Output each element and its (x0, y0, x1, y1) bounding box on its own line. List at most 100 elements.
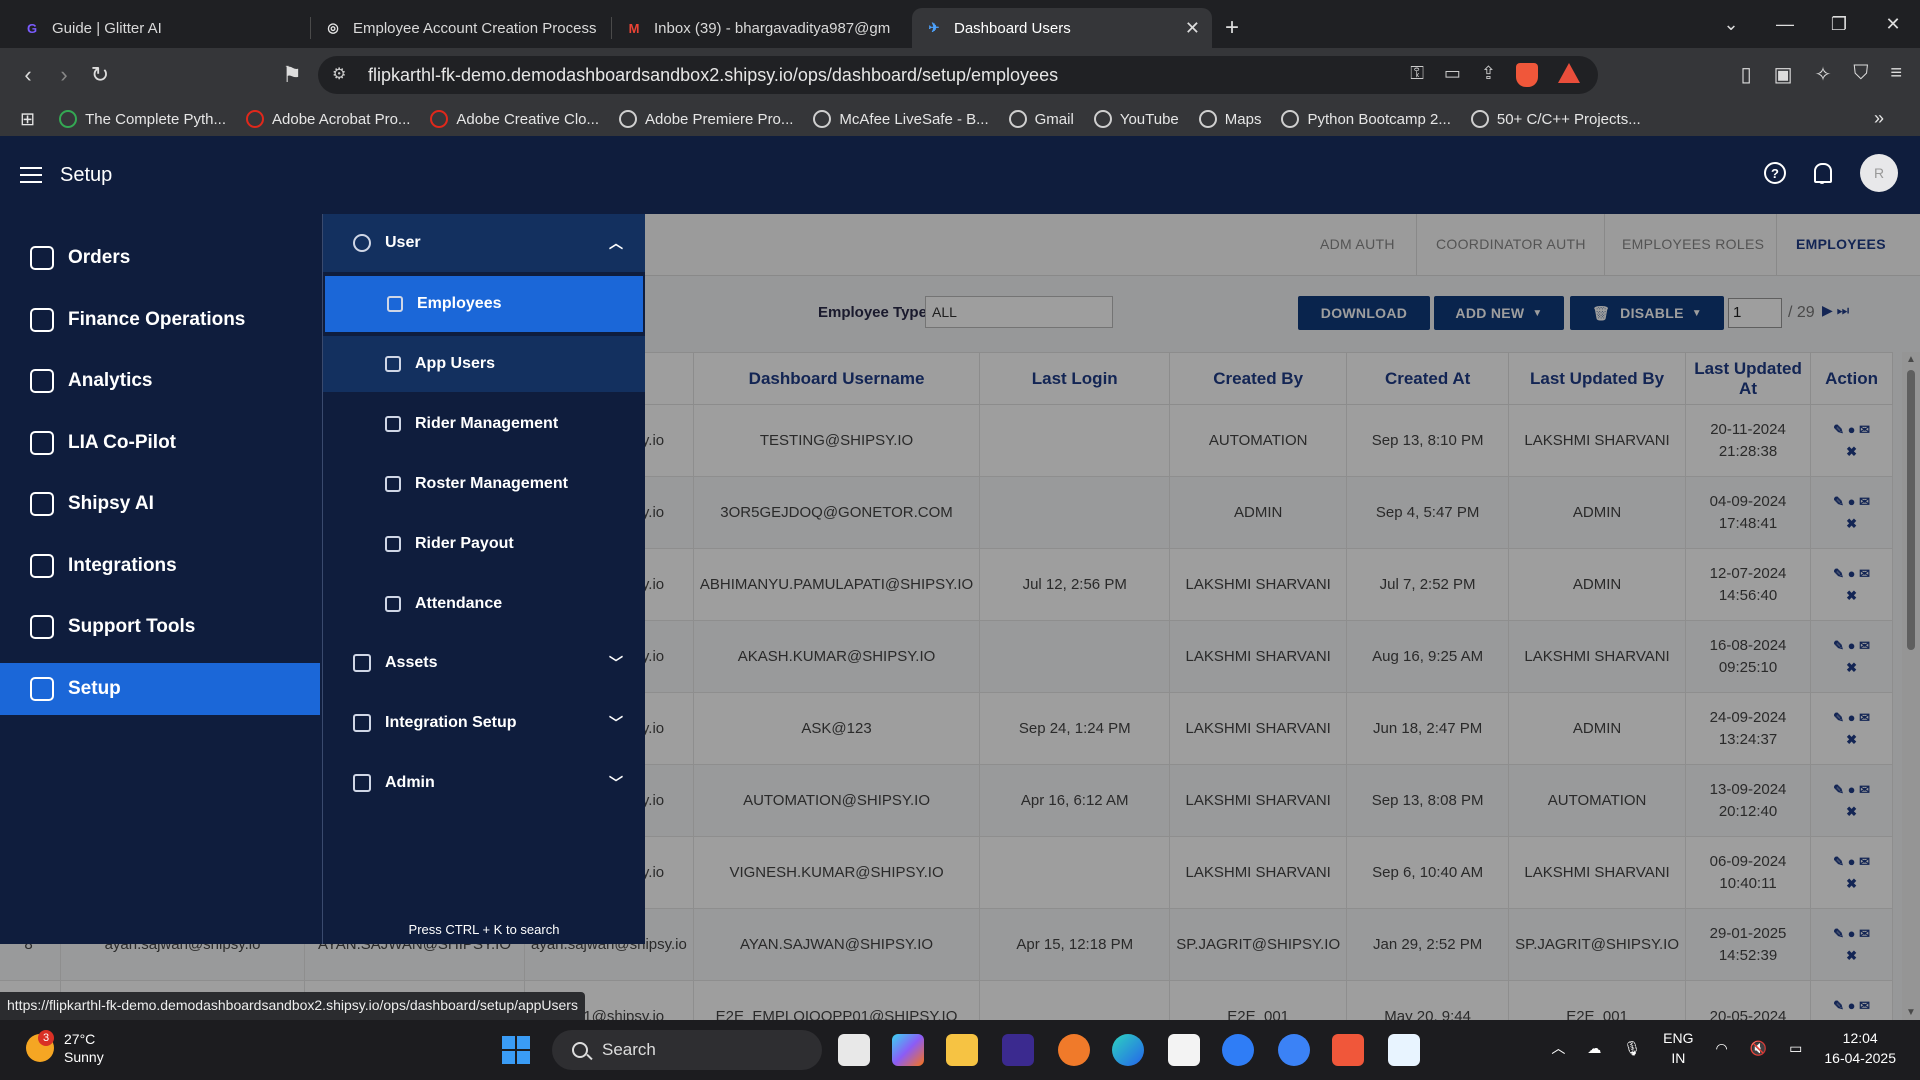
payout-icon (385, 536, 401, 552)
close-tab-icon[interactable]: ✕ (1185, 18, 1200, 39)
avatar[interactable]: R (1860, 154, 1898, 192)
speaker-muted-icon[interactable]: 🔇 (1750, 1040, 1767, 1057)
bookmark-item[interactable]: Maps (1198, 110, 1261, 128)
vpn-icon[interactable]: ⛉ (1853, 62, 1868, 87)
weather-widget[interactable]: 3 27°C Sunny (26, 1030, 104, 1066)
sidebar-item-shipsy-ai[interactable]: Shipsy AI (0, 478, 320, 530)
tab-label: Inbox (39) - bhargavaditya987@gm (654, 19, 891, 37)
help-icon[interactable]: ? (1764, 162, 1786, 184)
close-window-button[interactable]: ✕ (1866, 14, 1920, 35)
bookmark-item[interactable]: Adobe Acrobat Pro... (246, 110, 410, 128)
chevron-up-icon[interactable]: ︿ (1551, 1038, 1565, 1058)
bookmark-item[interactable]: Gmail (1008, 110, 1074, 128)
tab-search-icon[interactable]: ⌄ (1704, 14, 1758, 35)
search-hint: Press CTRL + K to search (408, 922, 560, 937)
browser-tab-2[interactable]: ◎ Employee Account Creation Process (311, 8, 611, 48)
submenu-item-app-users[interactable]: App Users (323, 336, 645, 392)
bookmark-item[interactable]: Adobe Creative Clo... (430, 110, 599, 128)
taskbar-search[interactable]: Search (552, 1030, 822, 1070)
sidebar-item-label: Analytics (68, 370, 153, 391)
wifi-icon[interactable]: ◠ (1715, 1040, 1727, 1057)
bookmark-icon[interactable]: ⚑ (274, 62, 310, 88)
submenu-item-label: Attendance (415, 595, 503, 612)
submenu-item-employees[interactable]: Employees (325, 276, 643, 332)
wallet-icon[interactable]: ▣ (1774, 62, 1793, 87)
sidebar-item-integrations[interactable]: Integrations (0, 540, 320, 592)
submenu-group-admin[interactable]: Admin ﹀ (323, 754, 645, 812)
sidebar-item-support-tools[interactable]: Support Tools (0, 601, 320, 653)
app-icon[interactable] (1388, 1034, 1420, 1066)
submenu-item-roster-management[interactable]: Roster Management (323, 456, 645, 512)
brave-shield-icon[interactable] (1516, 63, 1538, 87)
browser-tab-3[interactable]: M Inbox (39) - bhargavaditya987@gm (612, 8, 912, 48)
key-icon[interactable]: ⚿ (1410, 63, 1424, 87)
windows-start-icon[interactable] (502, 1036, 530, 1064)
window-controls: ⌄ — ❐ ✕ (1704, 0, 1920, 48)
user-icon (353, 234, 371, 252)
glitter-app-icon[interactable] (1002, 1034, 1034, 1066)
bookmark-label: Gmail (1034, 110, 1074, 128)
copilot-icon[interactable] (892, 1034, 924, 1066)
minimize-button[interactable]: — (1758, 14, 1812, 35)
bookmark-item[interactable]: 50+ C/C++ Projects... (1470, 110, 1641, 128)
language-indicator[interactable]: ENG IN (1663, 1028, 1693, 1068)
submenu-item-rider-management[interactable]: Rider Management (323, 396, 645, 452)
app-users-icon (385, 356, 401, 372)
sidebar-item-finance-operations[interactable]: Finance Operations (0, 294, 320, 346)
reload-button[interactable]: ↻ (82, 62, 118, 88)
task-view-icon[interactable] (838, 1034, 870, 1066)
bookmark-item[interactable]: YouTube (1093, 110, 1179, 128)
battery-icon[interactable]: ▭ (1789, 1040, 1802, 1057)
globe-icon (1008, 110, 1027, 128)
quick-assist-icon[interactable] (1222, 1034, 1254, 1066)
file-explorer-icon[interactable] (946, 1034, 978, 1066)
cloud-icon[interactable]: ☁ (1587, 1040, 1601, 1057)
browser-tab-4[interactable]: ✈ Dashboard Users ✕ (912, 8, 1212, 48)
site-settings-icon[interactable]: ⚙ (332, 64, 346, 84)
apps-grid-icon[interactable]: ⊞ (20, 109, 35, 130)
copilot-icon (30, 430, 54, 455)
bookmarks-bar: ⊞ The Complete Pyth... Adobe Acrobat Pro.… (0, 102, 1920, 136)
store-icon[interactable] (1168, 1034, 1200, 1066)
sidebar-item-orders[interactable]: Orders (0, 232, 320, 284)
bookmark-item[interactable]: The Complete Pyth... (59, 110, 226, 128)
sidebar-item-setup[interactable]: Setup (0, 662, 320, 715)
brave-rewards-icon[interactable] (1558, 63, 1580, 83)
browser-tab-1[interactable]: G Guide | Glitter AI (10, 8, 310, 48)
share-icon[interactable]: ⇪ (1481, 63, 1496, 87)
gmail-icon: M (628, 20, 640, 36)
globe-icon (1470, 110, 1489, 128)
sidebar-item-label: Orders (68, 247, 131, 268)
sync-app-icon[interactable] (1278, 1034, 1310, 1066)
notification-bell-icon[interactable] (1812, 161, 1834, 185)
submenu-group-assets[interactable]: Assets ﹀ (323, 634, 645, 692)
bookmark-item[interactable]: McAfee LiveSafe - B... (813, 110, 989, 128)
submenu-group-label: Assets (385, 654, 438, 671)
hamburger-menu-icon[interactable] (20, 162, 42, 188)
submenu-item-rider-payout[interactable]: Rider Payout (323, 516, 645, 572)
sidebar-item-lia-co-pilot[interactable]: LIA Co-Pilot (0, 417, 320, 469)
cast-icon[interactable]: ▭ (1444, 63, 1461, 87)
edge-icon[interactable] (1112, 1034, 1144, 1066)
submenu-item-attendance[interactable]: Attendance (323, 576, 645, 632)
back-button[interactable]: ‹ (10, 62, 46, 88)
brave-browser-icon[interactable] (1332, 1034, 1364, 1066)
bookmark-item[interactable]: Python Bootcamp 2... (1281, 110, 1451, 128)
sun-icon: 3 (26, 1030, 54, 1062)
menu-icon[interactable]: ≡ (1890, 62, 1902, 87)
address-bar[interactable]: ⚙ flipkarthl-fk-demo.demodashboardsandbo… (318, 56, 1598, 94)
leo-ai-icon[interactable]: ✧ (1815, 62, 1832, 87)
microphone-icon[interactable]: 🎙 (1623, 1040, 1641, 1057)
forward-button[interactable]: › (46, 62, 82, 88)
new-tab-button[interactable]: + (1212, 8, 1252, 48)
submenu-user-header[interactable]: User ︿ (323, 214, 645, 272)
sidebar-item-analytics[interactable]: Analytics (0, 355, 320, 407)
sidebar-toggle-icon[interactable]: ▯ (1741, 62, 1752, 87)
submenu-item-label: Roster Management (415, 475, 568, 492)
bookmarks-overflow-icon[interactable]: » (1874, 108, 1884, 129)
postman-icon[interactable] (1058, 1034, 1090, 1066)
clock[interactable]: 12:04 16-04-2025 (1824, 1028, 1896, 1068)
maximize-button[interactable]: ❐ (1812, 14, 1866, 35)
submenu-group-integration-setup[interactable]: Integration Setup ﹀ (323, 694, 645, 752)
bookmark-item[interactable]: Adobe Premiere Pro... (619, 110, 793, 128)
